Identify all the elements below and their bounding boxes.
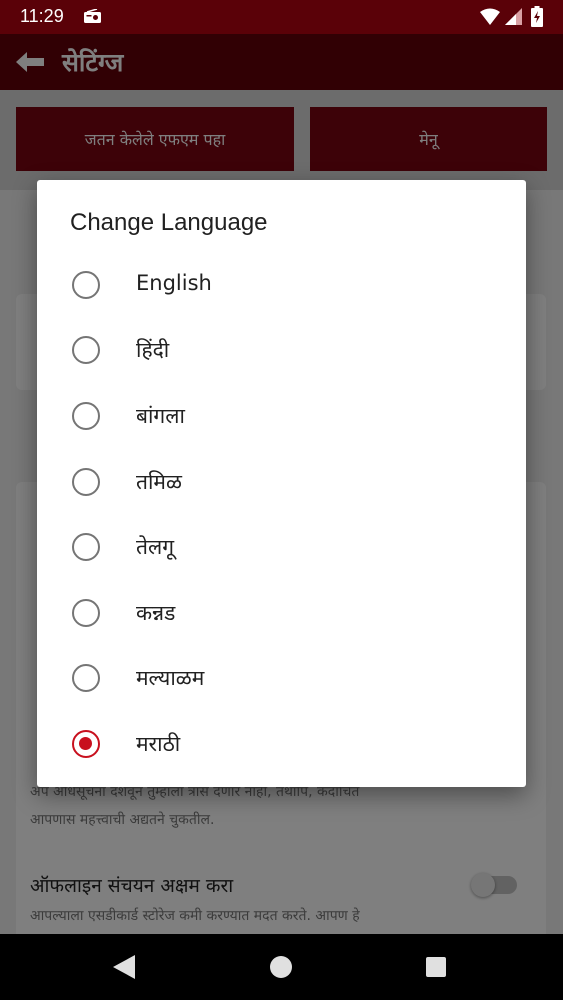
language-option-malayalam[interactable]: मल्याळम — [37, 647, 526, 709]
language-label: बांगला — [136, 404, 185, 428]
status-time: 11:29 — [20, 6, 64, 26]
radio-button[interactable] — [72, 468, 100, 496]
status-bar: 11:29 — [0, 0, 563, 34]
language-option-tamil[interactable]: तमिळ — [37, 451, 526, 513]
radio-button[interactable] — [72, 664, 100, 692]
language-label: मराठी — [136, 732, 181, 756]
nav-back-icon[interactable] — [113, 955, 135, 979]
language-option-bangla[interactable]: बांगला — [37, 385, 526, 447]
radio-button[interactable] — [72, 533, 100, 561]
battery-charging-icon — [531, 6, 543, 27]
language-label: हिंदी — [136, 338, 170, 362]
radio-button[interactable] — [72, 599, 100, 627]
language-label: तमिळ — [136, 470, 182, 494]
signal-icon — [505, 8, 522, 25]
language-option-hindi[interactable]: हिंदी — [37, 319, 526, 381]
language-label: मल्याळम — [136, 666, 205, 690]
radio-button[interactable] — [72, 402, 100, 430]
language-option-marathi[interactable]: मराठी — [37, 713, 526, 775]
nav-recents-icon[interactable] — [426, 957, 446, 977]
language-option-english[interactable]: English — [37, 254, 526, 316]
language-label: English — [136, 271, 212, 295]
radio-button[interactable] — [72, 336, 100, 364]
language-option-telugu[interactable]: तेलगू — [37, 516, 526, 578]
radio-button-selected[interactable] — [72, 730, 100, 758]
language-option-kannada[interactable]: कन्नड — [37, 582, 526, 644]
dialog-title: Change Language — [70, 209, 268, 236]
language-label: तेलगू — [136, 535, 175, 559]
nav-home-icon[interactable] — [270, 956, 292, 978]
navigation-bar — [0, 934, 563, 1000]
radio-button[interactable] — [72, 271, 100, 299]
wifi-icon — [480, 8, 500, 25]
radio-icon — [84, 9, 101, 23]
language-label: कन्नड — [136, 601, 176, 625]
change-language-dialog: Change Language English हिंदी बांगला तमि… — [37, 180, 526, 787]
